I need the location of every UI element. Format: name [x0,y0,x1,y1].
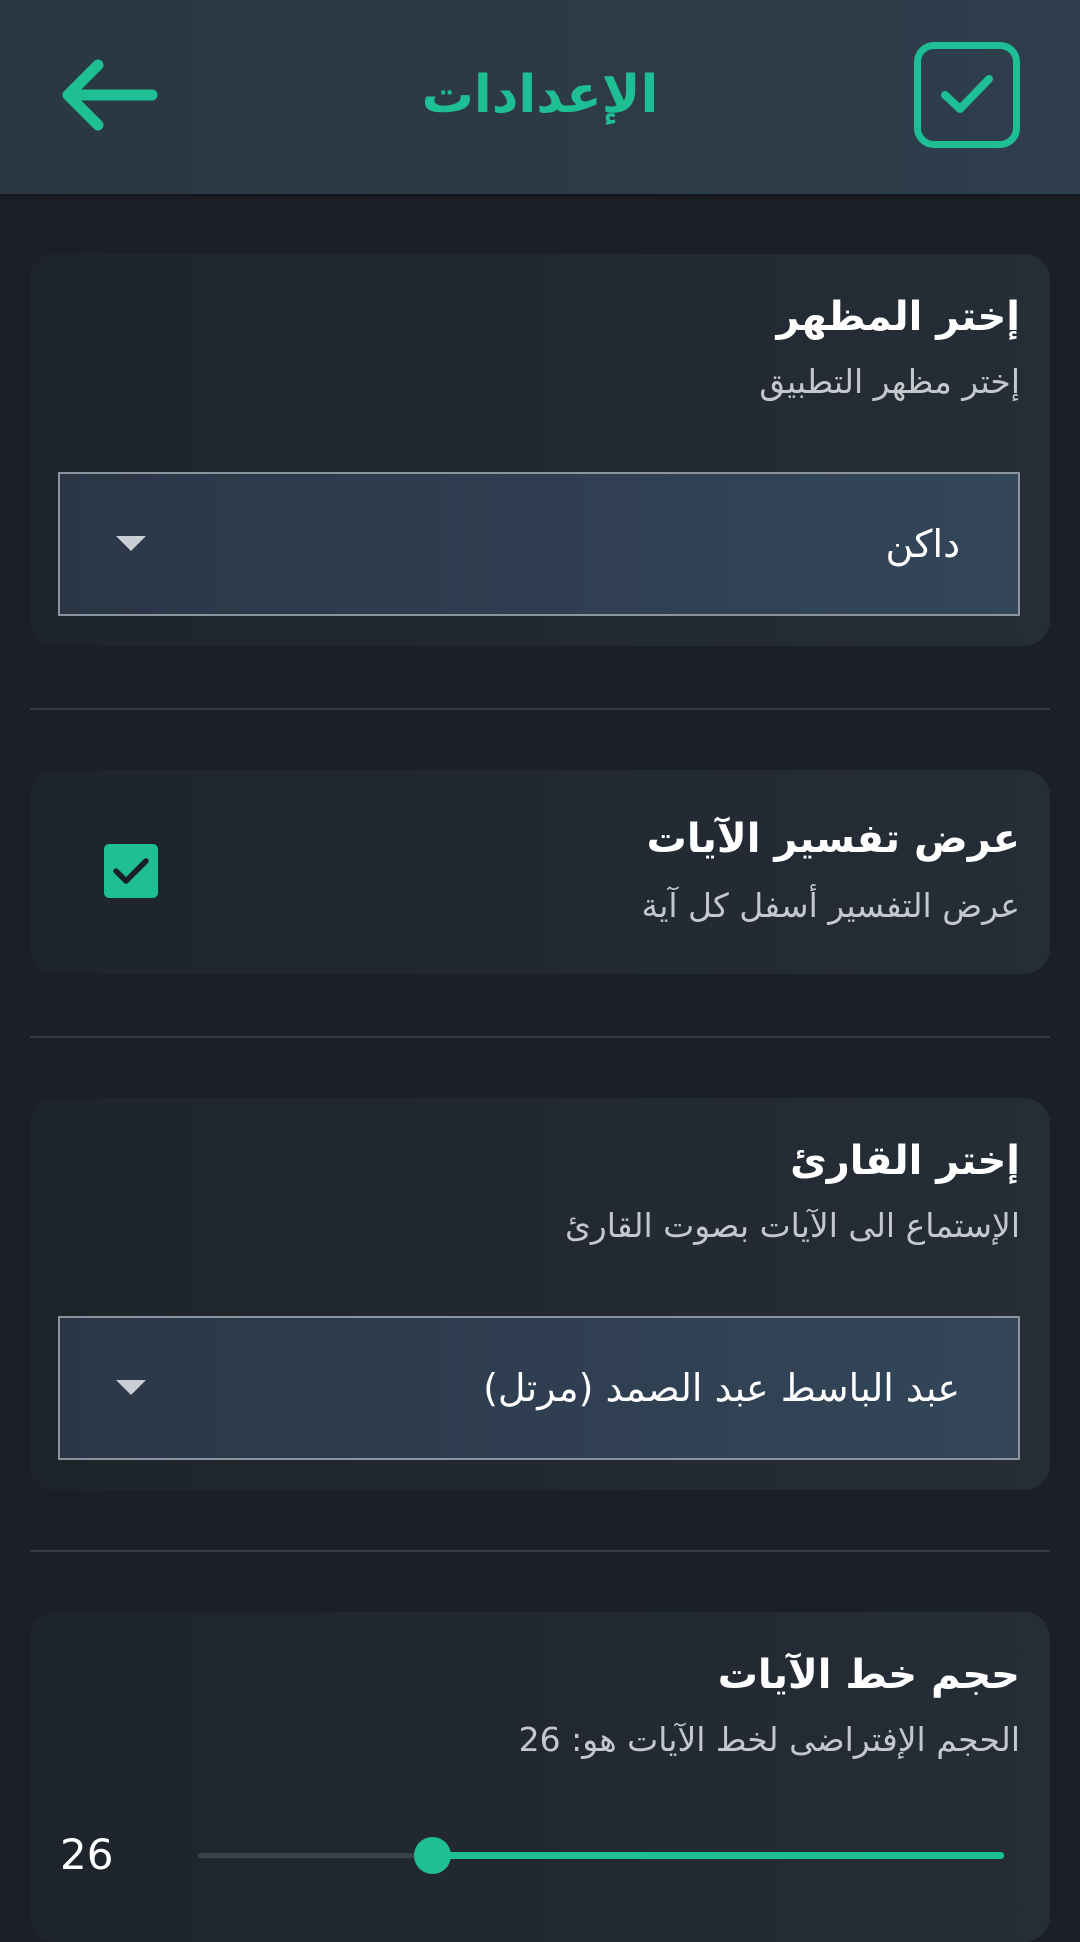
theme-subtitle: إختر مظهر التطبيق [759,362,1020,401]
slider-fill [431,1852,1004,1859]
tafsir-checkbox[interactable] [104,844,158,898]
font-size-card: حجم خط الآيات الحجم الإفتراضى لخط الآيات… [30,1612,1050,1942]
theme-selected-value: داكن [885,522,961,566]
slider-thumb[interactable] [413,1837,451,1874]
tafsir-card[interactable]: عرض تفسير الآيات عرض التفسير أسفل كل آية [30,770,1050,974]
dropdown-arrow-icon [116,536,146,551]
save-button[interactable] [914,42,1020,148]
reciter-selected-value: عبد الباسط عبد الصمد (مرتل) [483,1366,960,1410]
reciter-dropdown[interactable]: عبد الباسط عبد الصمد (مرتل) [58,1316,1020,1460]
reciter-card: إختر القارئ الإستماع الى الآيات بصوت الق… [30,1098,1050,1490]
font-size-value: 26 [60,1830,114,1879]
font-size-title: حجم خط الآيات [717,1652,1020,1698]
font-size-subtitle: الحجم الإفتراضى لخط الآيات هو: 26 [518,1720,1020,1759]
checkmark-icon [941,75,993,113]
reciter-subtitle: الإستماع الى الآيات بصوت القارئ [564,1206,1020,1245]
tafsir-subtitle: عرض التفسير أسفل كل آية [641,886,1021,925]
divider [30,1036,1050,1038]
dropdown-arrow-icon [116,1380,146,1395]
theme-card: إختر المظهر إختر مظهر التطبيق داكن [30,254,1050,646]
divider [30,708,1050,710]
theme-dropdown[interactable]: داكن [58,472,1020,616]
font-size-slider[interactable] [198,1820,1004,1890]
reciter-title: إختر القارئ [790,1138,1020,1184]
divider [30,1550,1050,1552]
top-app-bar: الإعدادات [0,0,1080,194]
tafsir-title: عرض تفسير الآيات [646,816,1020,862]
theme-title: إختر المظهر [776,294,1020,340]
checkmark-icon [113,858,149,884]
